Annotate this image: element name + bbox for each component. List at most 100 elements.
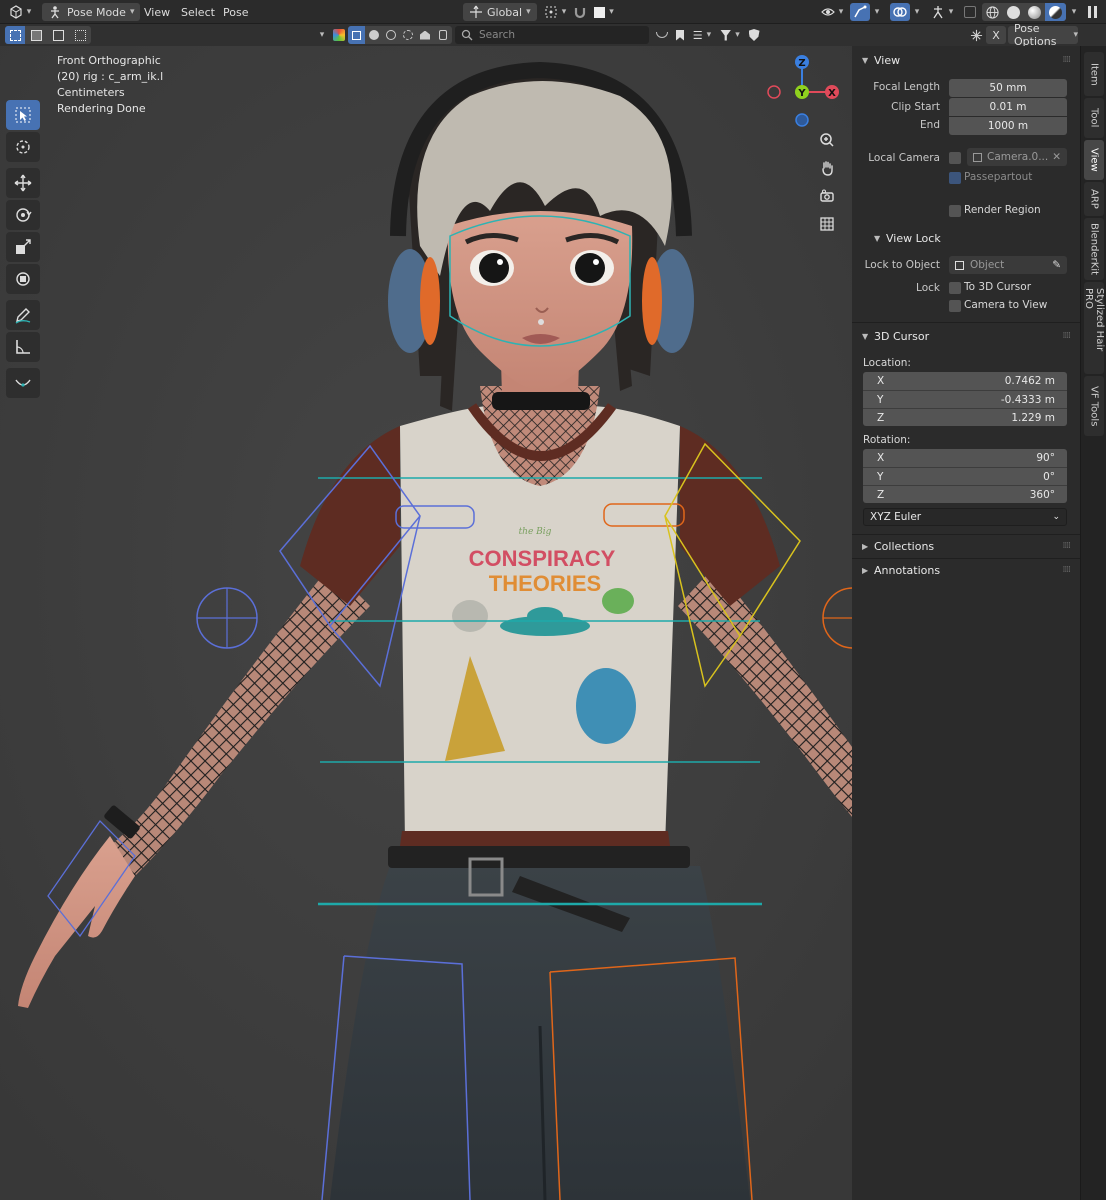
axis-neg-x-circle[interactable] — [767, 85, 781, 99]
gizmo-dropdown[interactable]: ▾ — [870, 3, 884, 21]
filter-dropdown[interactable]: ▾ — [716, 26, 744, 44]
zoom-button[interactable] — [815, 128, 839, 152]
menu-select[interactable]: Select — [175, 2, 221, 22]
solid-shading-button[interactable] — [1003, 3, 1024, 21]
snap-button[interactable] — [570, 3, 590, 21]
material-shading-button[interactable] — [1024, 3, 1045, 21]
camera-view-button[interactable] — [815, 184, 839, 208]
shading-5-button[interactable] — [416, 26, 434, 44]
tab-vf-tools[interactable]: VF Tools — [1084, 376, 1104, 436]
measure-tool[interactable] — [6, 332, 40, 362]
xray-toggle[interactable] — [960, 3, 980, 21]
transform-orientation-dropdown[interactable]: Global ▾ — [463, 3, 537, 21]
lock-to-object-field[interactable]: Object ✎ — [949, 256, 1067, 274]
mode-dropdown[interactable]: Pose Mode ▾ — [42, 3, 141, 21]
pose-options-icon-button[interactable] — [966, 26, 986, 44]
shading-dropdown[interactable]: ▾ — [1068, 3, 1080, 21]
select-subtract-button[interactable] — [47, 26, 69, 44]
drag-grip-icon[interactable]: ⁞⁞⁞⁞ — [1063, 55, 1072, 65]
scale-tool[interactable] — [6, 232, 40, 262]
annotate-tool[interactable] — [6, 300, 40, 330]
eyedropper-icon[interactable]: ✎ — [1052, 259, 1061, 271]
overlays-toggle[interactable] — [890, 3, 910, 21]
cursor-rotation-z[interactable]: Z 360° — [863, 485, 1067, 503]
rotation-mode-dropdown[interactable]: XYZ Euler ⌄ — [863, 508, 1067, 526]
shield-button[interactable] — [744, 26, 764, 44]
tab-stylized-hair-pro[interactable]: Stylized Hair PRO — [1083, 282, 1105, 374]
tab-tool[interactable]: Tool — [1084, 98, 1104, 138]
select-box-tool[interactable] — [6, 100, 40, 130]
wireframe-shading-button[interactable] — [982, 3, 1003, 21]
navigation-gizmo[interactable]: Z X Y — [764, 52, 842, 132]
render-region-checkbox[interactable] — [949, 205, 961, 217]
editor-type-button[interactable]: ▾ — [6, 3, 34, 21]
bookmark-button[interactable] — [670, 26, 690, 44]
collapse-chevron[interactable]: ▾ — [316, 26, 328, 44]
snap-target-button[interactable]: ▾ — [590, 3, 618, 21]
rendered-shading-button[interactable] — [1045, 3, 1066, 21]
cursor-location-x[interactable]: X 0.7462 m — [863, 372, 1067, 390]
drag-grip-icon[interactable]: ⁞⁞⁞⁞ — [1063, 541, 1072, 551]
shading-4-button[interactable] — [399, 26, 416, 44]
search-field[interactable]: Search — [455, 26, 649, 44]
move-tool[interactable] — [6, 168, 40, 198]
select-new-button[interactable] — [5, 26, 25, 44]
pivot-point-button[interactable]: ▾ — [538, 3, 572, 21]
close-icon[interactable]: ✕ — [1052, 151, 1061, 163]
object-type-visibility[interactable] — [329, 26, 349, 44]
annotations-header[interactable]: ▶ Annotations — [862, 560, 940, 580]
filter-toggle[interactable] — [652, 26, 672, 44]
pan-button[interactable] — [815, 156, 839, 180]
select-intersect-button[interactable] — [69, 26, 91, 44]
shading-1-button[interactable] — [348, 26, 365, 44]
tab-blenderkit[interactable]: BlenderKit — [1084, 218, 1104, 280]
local-camera-field[interactable]: Camera.0... ✕ — [967, 148, 1067, 166]
gizmo-toggle[interactable] — [850, 3, 870, 21]
drag-grip-icon[interactable]: ⁞⁞⁞⁞ — [1063, 331, 1072, 341]
camera-to-view-checkbox[interactable] — [949, 300, 961, 312]
list-icon: ☰ — [692, 28, 703, 42]
collections-header[interactable]: ▶ Collections — [862, 536, 934, 556]
list-dropdown[interactable]: ☰ ▾ — [688, 26, 716, 44]
menu-pose[interactable]: Pose — [217, 2, 254, 22]
shading-3-button[interactable] — [382, 26, 399, 44]
rotate-tool[interactable] — [6, 200, 40, 230]
lock-label: Lock — [916, 282, 940, 294]
drag-grip-icon[interactable]: ⁞⁞⁞⁞ — [1063, 565, 1072, 575]
3d-viewport[interactable]: the Big CONSPIRACY THEORIES Front Orthog… — [0, 46, 852, 1200]
pause-render-button[interactable] — [1082, 3, 1102, 21]
cursor-rotation-x[interactable]: X 90° — [863, 449, 1067, 467]
overlays-dropdown[interactable]: ▾ — [910, 3, 924, 21]
focal-length-field[interactable]: 50 mm — [949, 79, 1067, 97]
to-3d-cursor-checkbox[interactable] — [949, 282, 961, 294]
local-camera-checkbox[interactable] — [949, 152, 961, 164]
mirror-x-button[interactable]: X — [986, 26, 1006, 44]
3d-cursor-header[interactable]: ▼ 3D Cursor — [862, 326, 929, 346]
visibility-dropdown[interactable]: ▾ — [818, 3, 846, 21]
menu-view[interactable]: View — [138, 2, 176, 22]
bone-envelope-tool[interactable] — [6, 368, 40, 398]
shading-6-button[interactable] — [434, 26, 452, 44]
clip-end-field[interactable]: 1000 m — [949, 117, 1067, 135]
tab-arp[interactable]: ARP — [1084, 182, 1104, 216]
clip-start-field[interactable]: 0.01 m — [949, 98, 1067, 116]
axis-neg-z-circle[interactable] — [795, 113, 809, 127]
tab-view[interactable]: View — [1084, 140, 1104, 180]
passepartout-checkbox[interactable] — [949, 172, 961, 184]
cursor-rotation-y[interactable]: Y 0° — [863, 467, 1067, 485]
pose-options-dropdown[interactable]: Pose Options ▾ — [1008, 22, 1078, 48]
lamp-icon — [439, 30, 447, 40]
transform-affect-icon — [970, 29, 982, 41]
cursor-location-y[interactable]: Y -0.4333 m — [863, 390, 1067, 408]
axis-label: Y — [877, 393, 884, 406]
ortho-toggle-button[interactable] — [815, 212, 839, 236]
select-extend-button[interactable] — [25, 26, 47, 44]
cursor-tool[interactable] — [6, 132, 40, 162]
shading-2-button[interactable] — [365, 26, 382, 44]
transform-tool[interactable] — [6, 264, 40, 294]
view-panel-header[interactable]: ▼ View — [862, 50, 900, 70]
tab-item[interactable]: Item — [1084, 52, 1104, 96]
cursor-location-z[interactable]: Z 1.229 m — [863, 408, 1067, 426]
view-lock-header[interactable]: ▼ View Lock — [874, 228, 941, 248]
bone-overlay-dropdown[interactable]: ▾ — [928, 3, 956, 21]
